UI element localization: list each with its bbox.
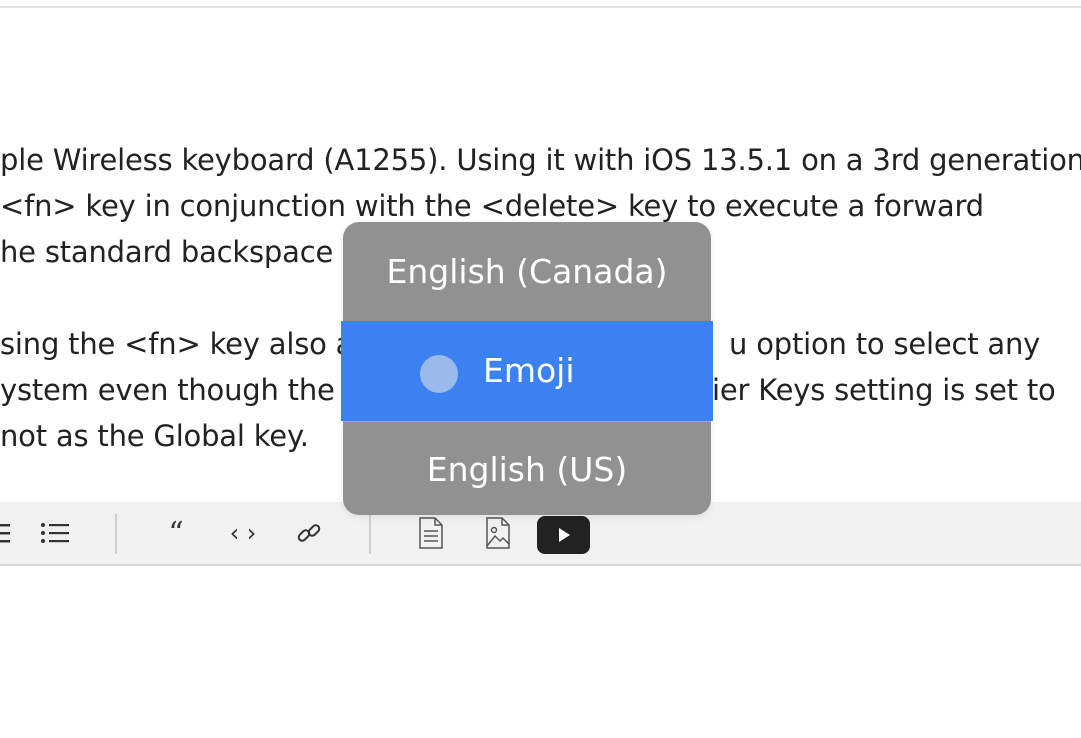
document-line: not as the Global key. — [0, 419, 309, 453]
document-line: he standard backspace b — [0, 235, 361, 269]
document-line: ystem even though the — [0, 373, 335, 407]
numbered-list-icon[interactable] — [0, 516, 12, 550]
link-icon[interactable] — [292, 516, 326, 550]
menu-item-english-canada[interactable]: English (Canada) — [343, 222, 711, 320]
menu-item-label: English (Canada) — [386, 251, 668, 291]
menu-item-label: English (US) — [426, 449, 628, 489]
input-language-menu: English (Canada) Emoji English (US) — [341, 222, 713, 515]
menu-item-label: Emoji — [483, 351, 575, 390]
selected-indicator-icon — [420, 355, 458, 393]
quote-icon[interactable]: “ — [159, 516, 193, 551]
editor-page: ple Wireless keyboard (A1255). Using it … — [0, 0, 1081, 738]
document-line: ple Wireless keyboard (A1255). Using it … — [0, 143, 1081, 177]
document-line: u option to select any — [729, 327, 1041, 361]
document-line: ier Keys setting is set to — [712, 373, 1056, 407]
document-icon[interactable] — [414, 516, 448, 550]
bullet-list-icon[interactable] — [38, 516, 72, 550]
toolbar-separator — [115, 514, 117, 554]
image-icon[interactable] — [481, 516, 515, 550]
video-icon[interactable] — [537, 516, 590, 554]
document-line: <fn> key in conjunction with the <delete… — [0, 189, 984, 223]
menu-divider — [343, 421, 711, 422]
toolbar-separator — [369, 514, 371, 554]
code-icon[interactable]: ‹ › — [226, 516, 260, 550]
menu-item-emoji[interactable]: Emoji — [341, 321, 713, 421]
document-line: sing the <fn> key also a — [0, 327, 354, 361]
menu-item-english-us[interactable]: English (US) — [343, 423, 711, 515]
